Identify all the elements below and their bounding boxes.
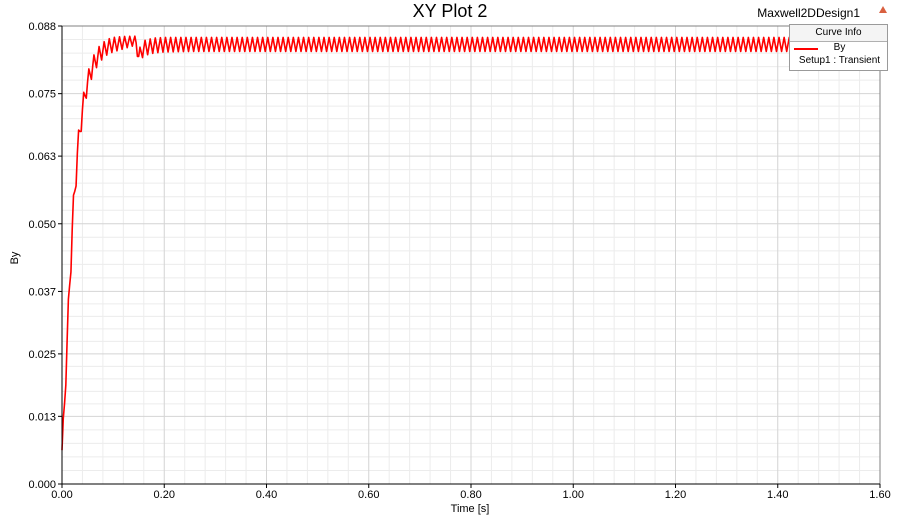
x-tick-label: 0.60 — [358, 489, 379, 501]
xy-plot: XY Plot 2 Maxwell2DDesign1 0.00 0.20 0.40 0… — [0, 0, 900, 518]
y-tick-label: 0.050 — [28, 219, 56, 231]
x-tick-label: 1.20 — [665, 489, 686, 501]
axes — [58, 25, 881, 488]
y-tick-label: 0.063 — [28, 151, 56, 163]
x-tick-label: 1.60 — [869, 489, 890, 501]
y-tick-label: 0.025 — [28, 349, 56, 361]
legend-series-name: By — [833, 42, 846, 53]
legend-title: Curve Info — [790, 25, 887, 42]
grid — [61, 25, 881, 485]
x-tick-label: 0.40 — [256, 489, 277, 501]
y-tick-label: 0.000 — [28, 479, 56, 491]
x-tick-label: 0.80 — [460, 489, 481, 501]
x-tick-label: 1.00 — [563, 489, 584, 501]
x-tick-label: 0.20 — [154, 489, 175, 501]
legend-setup-name: Setup1 : Transient — [798, 55, 881, 66]
y-tick-label: 0.013 — [28, 411, 56, 423]
y-tick-label: 0.088 — [28, 21, 56, 33]
y-tick-label: 0.075 — [28, 89, 56, 101]
y-axis-label: By — [9, 251, 21, 264]
y-tick-label: 0.037 — [28, 286, 56, 298]
tick-labels: 0.00 0.20 0.40 0.60 0.80 1.00 1.20 1.40 1.600.00… — [28, 21, 890, 501]
chart-canvas: 0.00 0.20 0.40 0.60 0.80 1.00 1.20 1.40 1.600.00… — [9, 21, 891, 515]
curve-info-legend[interactable]: Curve Info By Setup1 : Transient — [789, 24, 888, 71]
x-axis-label: Time [s] — [451, 503, 490, 515]
x-tick-label: 1.40 — [767, 489, 788, 501]
